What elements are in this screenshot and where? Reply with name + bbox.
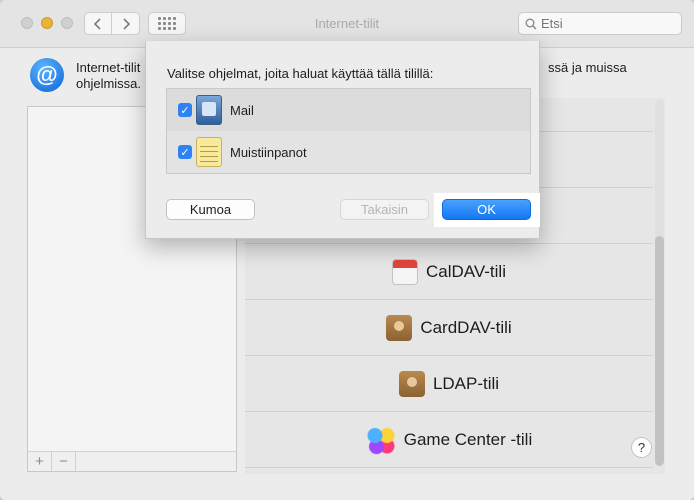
app-label: Mail bbox=[230, 102, 254, 118]
cancel-button[interactable]: Kumoa bbox=[166, 199, 255, 220]
scrollbar-thumb[interactable] bbox=[655, 236, 664, 466]
provider-label: CalDAV-tili bbox=[426, 261, 506, 281]
preferences-window: Internet-tilit @ Internet-tilit ohjelmis… bbox=[0, 0, 694, 500]
notes-icon bbox=[196, 137, 222, 167]
apps-list: ✓ Mail ✓ Muistiinpanot bbox=[166, 88, 531, 174]
app-row-notes[interactable]: ✓ Muistiinpanot bbox=[167, 131, 530, 173]
provider-row-carddav[interactable]: CardDAV-tili bbox=[245, 300, 653, 356]
contacts-icon bbox=[398, 370, 425, 397]
sheet-prompt: Valitse ohjelmat, joita haluat käyttää t… bbox=[167, 66, 434, 81]
search-field[interactable] bbox=[518, 12, 682, 35]
search-input[interactable] bbox=[541, 16, 671, 31]
app-label: Muistiinpanot bbox=[230, 144, 307, 160]
search-icon bbox=[525, 18, 537, 30]
provider-label: Game Center -tili bbox=[403, 429, 533, 449]
select-apps-sheet: Valitse ohjelmat, joita haluat käyttää t… bbox=[145, 41, 540, 239]
back-button-disabled[interactable]: Takaisin bbox=[340, 199, 429, 220]
provider-row-game-center[interactable]: Game Center -tili bbox=[245, 412, 653, 468]
mail-checkbox[interactable]: ✓ bbox=[178, 103, 192, 117]
ok-button[interactable]: OK bbox=[442, 199, 531, 220]
provider-label: CardDAV-tili bbox=[420, 317, 512, 337]
add-account-button[interactable]: + bbox=[28, 452, 52, 471]
provider-row-caldav[interactable]: CalDAV-tili bbox=[245, 244, 653, 300]
mail-icon bbox=[196, 95, 222, 125]
remove-account-button[interactable]: − bbox=[52, 452, 76, 471]
game-center-icon bbox=[365, 424, 396, 455]
app-row-mail[interactable]: ✓ Mail bbox=[167, 89, 530, 131]
bottom-strip bbox=[0, 474, 694, 500]
calendar-icon bbox=[392, 258, 418, 285]
internet-accounts-icon: @ bbox=[30, 58, 64, 92]
help-button[interactable]: ? bbox=[631, 437, 652, 458]
provider-row-ldap[interactable]: LDAP-tili bbox=[245, 356, 653, 412]
list-footer: + − bbox=[27, 451, 237, 472]
description-right: ssä ja muissa bbox=[548, 60, 627, 75]
provider-label: LDAP-tili bbox=[432, 373, 500, 393]
contacts-icon bbox=[386, 314, 413, 341]
notes-checkbox[interactable]: ✓ bbox=[178, 145, 192, 159]
